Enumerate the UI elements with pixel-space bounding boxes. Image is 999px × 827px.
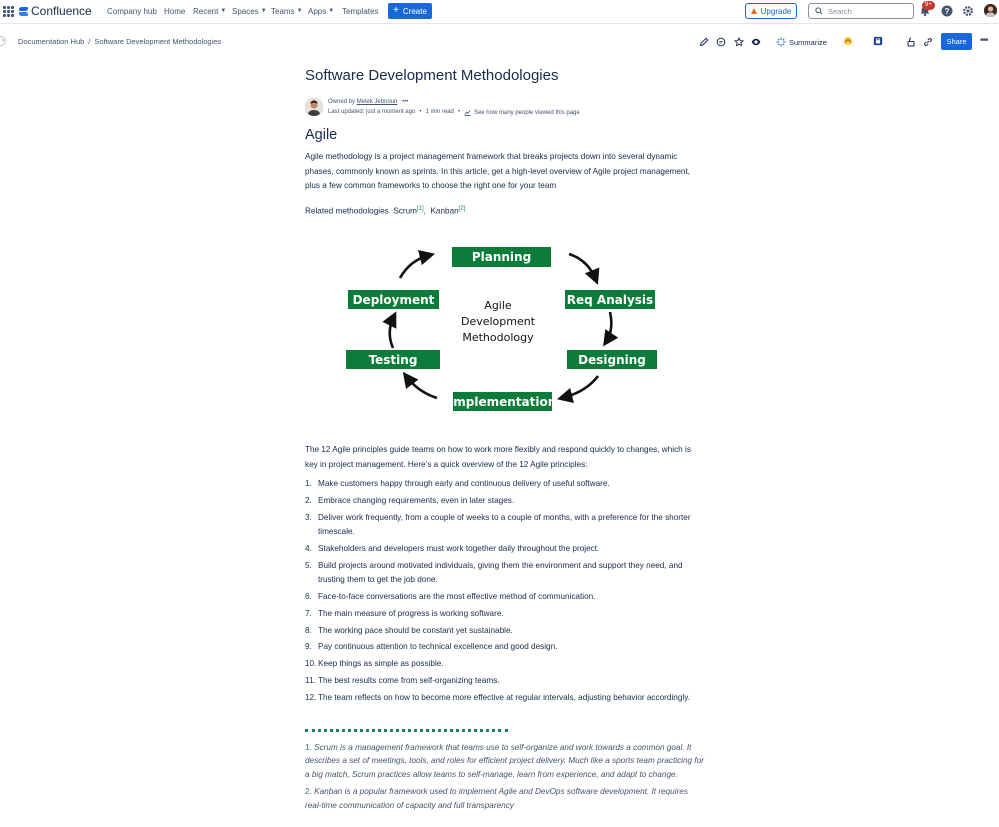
related-link-scrum[interactable]: Scrum — [393, 207, 417, 216]
arrow-testing-to-deployment — [382, 311, 397, 349]
owner-avatar[interactable] — [305, 98, 323, 116]
summarize-button[interactable]: Summarize — [776, 37, 827, 47]
footnote-ref-2[interactable]: [2] — [459, 206, 466, 212]
related-label: Related methodologies — [305, 206, 389, 216]
footnote-number[interactable]: 1. — [305, 743, 312, 752]
notification-count-badge: 9+ — [922, 1, 935, 10]
svg-text:?: ? — [945, 7, 950, 16]
search-icon — [815, 7, 823, 15]
footnotes: 1. Scrum is a management framework that … — [305, 741, 705, 816]
nav-teams[interactable]: Teams ▼ — [271, 0, 303, 22]
byline-more-icon[interactable]: ••• — [402, 99, 408, 105]
list-item: 2. Embrace changing requirements, even in… — [305, 495, 515, 505]
list-item: 10. Keep things as simple as possible. — [305, 659, 444, 669]
arrow-planning-to-req — [568, 252, 600, 285]
more-icon[interactable]: ••• — [980, 35, 988, 46]
nav-templates[interactable]: Templates — [342, 0, 378, 22]
analytics-icon — [464, 110, 471, 116]
search-input[interactable] — [828, 6, 913, 16]
footnote-2: 2. Kanban is a popular framework used to… — [305, 787, 688, 810]
arrow-designing-to-implementation — [556, 375, 600, 404]
confluence-logo[interactable]: Confluence — [19, 0, 92, 22]
copy-link-icon[interactable] — [922, 36, 933, 47]
app-icon[interactable] — [842, 35, 854, 47]
app-icon-2[interactable] — [872, 35, 884, 47]
top-navigation: Confluence Company hub Home Recent ▼ Spac… — [0, 0, 999, 24]
chevron-down-icon: ▼ — [296, 8, 303, 14]
section-heading-agile: Agile — [305, 127, 338, 143]
chevron-down-icon: ▼ — [328, 8, 335, 14]
comment-icon[interactable] — [715, 36, 726, 47]
create-button[interactable]: + Create — [388, 3, 432, 19]
restrictions-icon[interactable] — [905, 36, 916, 47]
footnote-ref-1[interactable]: [1] — [417, 206, 424, 212]
diagram-arrows — [382, 249, 619, 404]
footnote-1: 1. Scrum is a management framework that … — [305, 743, 704, 779]
page-title: Software Development Methodologies — [305, 67, 559, 84]
warning-icon — [750, 8, 757, 14]
list-item: 6. Face-to-face conversations are the mos… — [305, 591, 596, 601]
breadcrumb-separator: / — [88, 37, 91, 46]
list-item: 11. The best results come from self-organ… — [305, 675, 500, 685]
help-icon[interactable]: ? — [940, 4, 954, 18]
list-item: 7. The main measure of progress is workin… — [305, 608, 504, 618]
list-item: 5. Build projects around motivated indivi… — [305, 560, 683, 585]
list-item: 3. Deliver work frequently, from a couple… — [305, 512, 691, 537]
footnotes-divider — [305, 729, 508, 732]
sidebar-expand-toggle[interactable]: › — [0, 36, 6, 46]
star-icon[interactable] — [733, 36, 744, 47]
chevron-down-icon: ▼ — [220, 8, 227, 14]
nav-spaces[interactable]: Spaces ▼ — [232, 0, 267, 22]
related-methodologies: Related methodologies Scrum[1], Kanban[2… — [305, 206, 466, 216]
page-byline: Owned by Melek Jebnoun ••• Last updated:… — [305, 98, 725, 118]
settings-icon[interactable] — [961, 4, 975, 18]
breadcrumb: Documentation Hub / Software Development… — [18, 37, 221, 46]
footnote-number[interactable]: 2. — [305, 787, 312, 796]
list-item: 4. Stakeholders and developers must work … — [305, 543, 600, 553]
plus-icon: + — [393, 5, 399, 16]
list-item: 12. The team reflects on how to become mo… — [305, 692, 690, 702]
read-time: 1 min read — [425, 109, 454, 115]
principles-intro-paragraph: The 12 Agile principles guide teams on h… — [305, 445, 691, 469]
watch-icon[interactable] — [750, 36, 761, 47]
separator-dot: • — [457, 109, 460, 115]
nav-apps[interactable]: Apps ▼ — [308, 0, 334, 22]
breadcrumb-current-page[interactable]: Software Development Methodologies — [94, 37, 221, 46]
separator-dot: • — [419, 109, 422, 115]
last-updated: Last updated: just a moment ago — [328, 109, 416, 115]
owner-link[interactable]: Melek Jebnoun — [357, 99, 398, 105]
confluence-logo-icon — [19, 7, 28, 16]
brand-name: Confluence — [31, 4, 92, 18]
agile-intro-paragraph: Agile methodology is a project managemen… — [305, 152, 690, 190]
app-switcher-icon[interactable] — [3, 0, 15, 22]
list-item: 1. Make customers happy through early and… — [305, 479, 610, 488]
search-field[interactable] — [808, 3, 914, 19]
nav-company-hub[interactable]: Company hub — [107, 0, 157, 22]
list-item: 8. The working pace should be constant ye… — [305, 625, 513, 635]
arrow-implementation-to-testing — [402, 371, 438, 400]
profile-avatar[interactable] — [984, 4, 997, 17]
related-link-kanban[interactable]: Kanban — [430, 207, 458, 216]
summarize-icon — [776, 37, 786, 47]
chevron-right-icon: › — [2, 38, 4, 44]
agile-cycle-diagram: Planning Req Analysis Designing Implemen… — [340, 240, 670, 420]
arrow-deployment-to-planning — [398, 249, 436, 279]
breadcrumb-documentation-hub[interactable]: Documentation Hub — [18, 37, 84, 46]
arrow-req-to-designing — [603, 311, 619, 347]
owned-by-label: Owned by — [328, 99, 356, 105]
page-analytics-link[interactable]: See how many people viewed this page — [464, 109, 580, 116]
agile-principles-list: 1. Make customers happy through early and… — [305, 477, 705, 708]
nav-recent[interactable]: Recent ▼ — [193, 0, 226, 22]
upgrade-button[interactable]: Upgrade — [745, 3, 797, 19]
chevron-down-icon: ▼ — [260, 8, 267, 14]
list-item: 9. Pay continuous attention to technical … — [305, 642, 558, 652]
share-button[interactable]: Share — [941, 33, 972, 50]
nav-home[interactable]: Home — [164, 0, 185, 22]
edit-icon[interactable] — [698, 36, 709, 47]
